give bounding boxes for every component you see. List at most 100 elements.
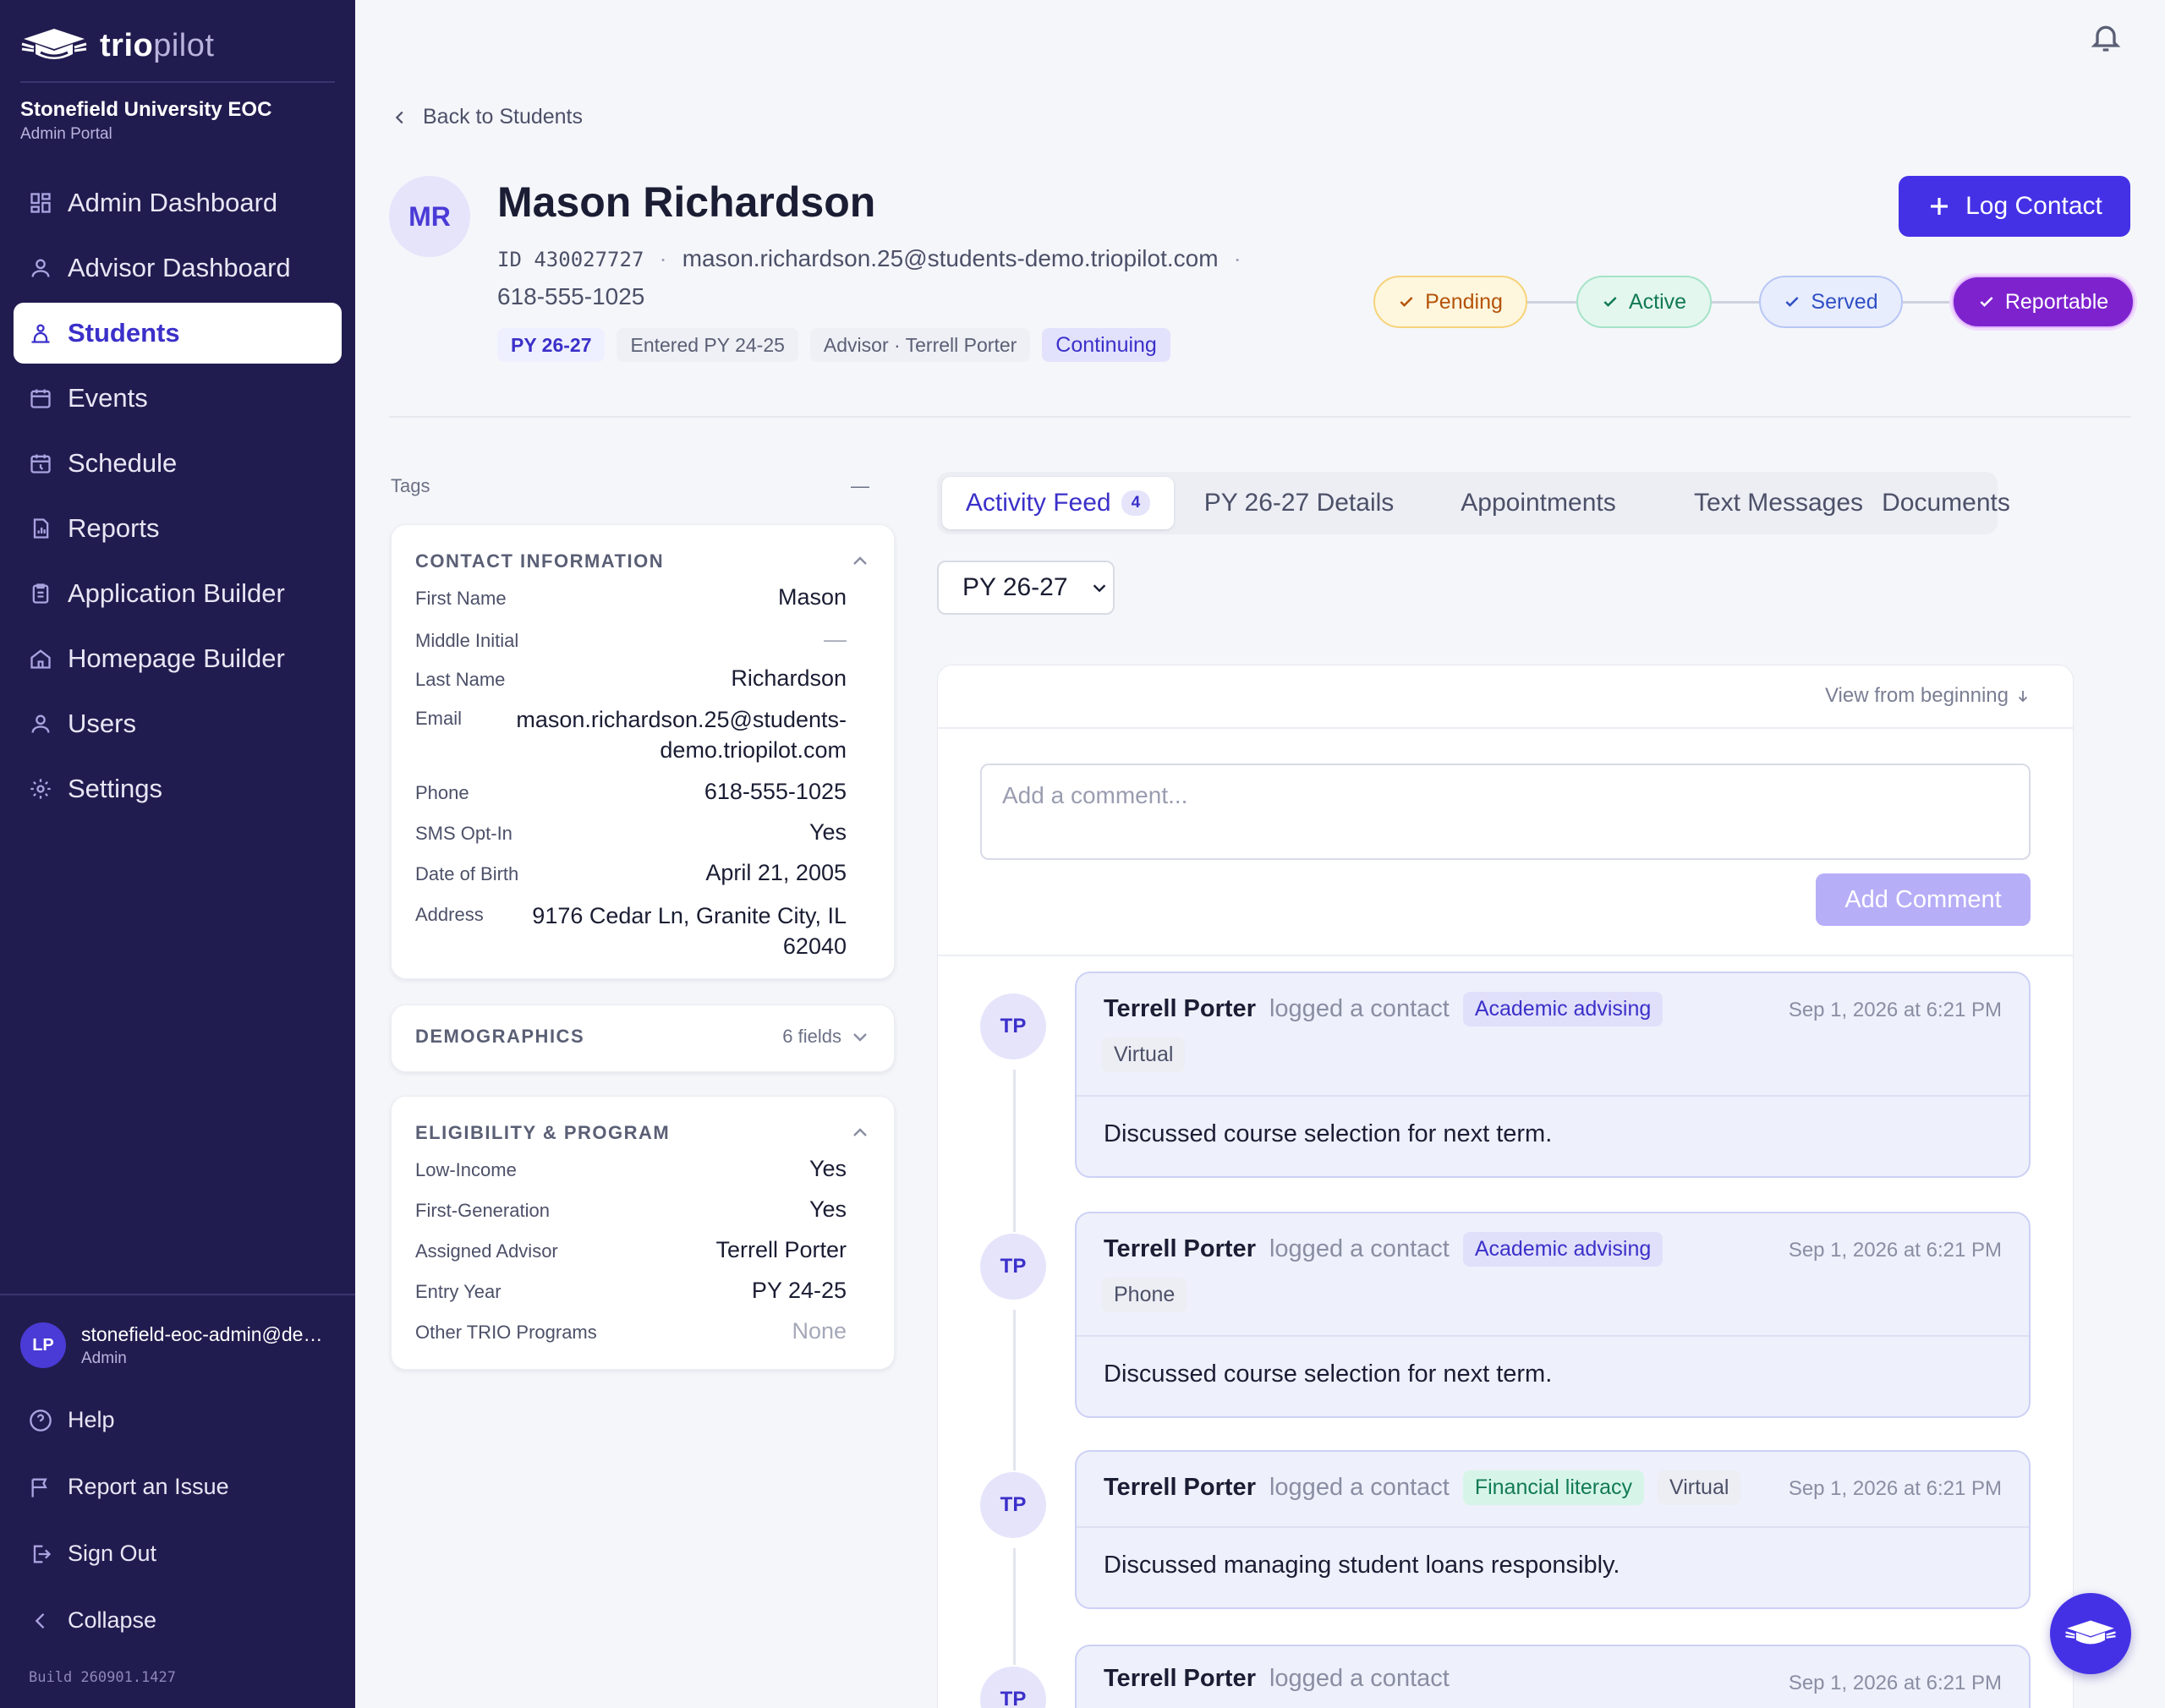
org-block: Stonefield University EOC Admin Portal	[20, 98, 271, 144]
notifications-button[interactable]	[2089, 20, 2123, 54]
check-icon	[1785, 297, 1799, 307]
student-name: Mason Richardson	[497, 178, 876, 226]
stage-active[interactable]: Active	[1576, 276, 1712, 328]
comment-input[interactable]	[980, 764, 2031, 860]
sidebar-item-advisor-dashboard[interactable]: Advisor Dashboard	[14, 238, 342, 298]
field-value: 9176 Cedar Ln, Granite City, IL 62040	[532, 903, 847, 959]
demographics-panel-header[interactable]: DEMOGRAPHICS 6 fields	[415, 1026, 870, 1048]
org-name: Stonefield University EOC	[20, 98, 272, 121]
activity-card[interactable]: Terrell Porter logged a contact Academic a…	[1075, 1212, 2031, 1418]
sidebar-item-users[interactable]: Users	[14, 693, 342, 754]
collapse-label: Collapse	[68, 1607, 157, 1633]
field-label: First-Generation	[415, 1200, 550, 1221]
activity-divider	[1077, 1526, 2029, 1528]
tab-appointments[interactable]: Appointments	[1424, 477, 1653, 529]
stage-pending[interactable]: Pending	[1373, 276, 1527, 328]
demographics-panel[interactable]: DEMOGRAPHICS 6 fields	[391, 1005, 895, 1072]
activity-card[interactable]: Terrell Porter logged a contact Sep 1, 202…	[1075, 1645, 2031, 1708]
timeline-connector	[1013, 1548, 1016, 1665]
tab-py-26-27-details[interactable]: PY 26-27 Details	[1182, 477, 1416, 529]
student-id: ID 430027727	[497, 248, 644, 271]
sidebar-item-label: Users	[68, 709, 136, 738]
tab-text-messages[interactable]: Text Messages	[1658, 477, 1899, 529]
sidebar-item-label: Admin Dashboard	[68, 188, 278, 217]
activity-author: Terrell Porter	[1104, 1235, 1256, 1262]
sidebar-item-admin-dashboard[interactable]: Admin Dashboard	[14, 172, 342, 233]
chevron-left-icon	[35, 1612, 45, 1629]
brand-divider	[20, 81, 335, 83]
report-issue-link[interactable]: Report an Issue	[29, 1474, 229, 1500]
field-value: 618-555-1025	[704, 779, 847, 804]
student-contact-meta: ID 430027727 · mason.richardson.25@student…	[497, 245, 1241, 309]
sign-out-label: Sign Out	[68, 1541, 157, 1566]
tags-row: Tags —	[391, 475, 869, 497]
field-label: Other TRIO Programs	[415, 1322, 597, 1343]
sidebar-item-schedule[interactable]: Schedule	[14, 433, 342, 494]
field-value: PY 24-25	[751, 1278, 847, 1303]
field-value: April 21, 2005	[705, 860, 847, 885]
sidebar-item-homepage-builder[interactable]: Homepage Builder	[14, 628, 342, 689]
mortarboard-logo-icon	[21, 29, 87, 59]
sidebar-item-reports[interactable]: Reports	[14, 498, 342, 559]
sidebar: triopilot Stonefield University EOC Admi…	[0, 0, 355, 1708]
back-to-students-link[interactable]: Back to Students	[391, 105, 583, 129]
field-row: SMS Opt-In Yes	[415, 819, 847, 846]
sidebar-item-label: Reports	[68, 513, 160, 543]
tab-activity-feed[interactable]: Activity Feed 4	[942, 477, 1174, 529]
eligibility-panel-header[interactable]: ELIGIBILITY & PROGRAM	[415, 1122, 870, 1144]
field-label: Phone	[415, 782, 469, 803]
field-count-label: 6 fields	[782, 1026, 841, 1047]
stage-reportable[interactable]: Reportable	[1952, 276, 2135, 328]
assistant-button[interactable]	[2050, 1593, 2131, 1674]
sign-out-link[interactable]: Sign Out	[29, 1541, 156, 1567]
tab-documents[interactable]: Documents	[1882, 477, 2010, 529]
help-link[interactable]: Help	[29, 1407, 115, 1433]
sidebar-item-events[interactable]: Events	[14, 368, 342, 429]
chevron-down-icon	[853, 1033, 867, 1042]
program-year-select[interactable]: PY 26-27	[937, 561, 1115, 615]
brand-logo[interactable]: triopilot	[20, 22, 214, 69]
tab-label: Appointments	[1461, 489, 1616, 517]
sidebar-item-settings[interactable]: Settings	[14, 758, 342, 819]
contact-panel-header[interactable]: CONTACT INFORMATION	[415, 550, 870, 572]
sidebar-item-students[interactable]: Students	[14, 303, 342, 364]
program-year-value: PY 26-27	[962, 573, 1068, 601]
mortarboard-icon	[2065, 1620, 2116, 1645]
student-phone[interactable]: 618-555-1025	[497, 283, 644, 309]
sidebar-item-application-builder[interactable]: Application Builder	[14, 563, 342, 624]
activity-timestamp: Sep 1, 2026 at 6:21 PM	[1788, 1477, 2002, 1500]
student-email[interactable]: mason.richardson.25@students-demo.triopi…	[682, 245, 1219, 271]
chevron-down-icon	[1093, 584, 1105, 593]
home-icon	[30, 649, 51, 669]
account-menu[interactable]: LP stonefield-eoc-admin@demo.triopilot.c…	[20, 1322, 335, 1368]
tab-label: Documents	[1882, 489, 2010, 517]
tags-value[interactable]: —	[851, 475, 869, 497]
log-contact-button[interactable]: Log Contact	[1899, 176, 2130, 237]
view-from-beginning-link[interactable]: View from beginning	[1825, 684, 2031, 708]
portal-label: Admin Portal	[20, 125, 112, 143]
activity-card[interactable]: Terrell Porter logged a contact Academic a…	[1075, 972, 2031, 1178]
sidebar-item-label: Homepage Builder	[68, 643, 285, 673]
field-value: Yes	[808, 819, 847, 845]
contact-information-panel: CONTACT INFORMATION First Name Mason Middl…	[391, 524, 895, 979]
sidebar-nav: Admin Dashboard Advisor Dashboard Students…	[14, 172, 342, 824]
chevron-left-icon	[395, 111, 403, 123]
check-icon	[1400, 297, 1413, 307]
activity-author: Terrell Porter	[1104, 995, 1256, 1022]
panel-title: CONTACT INFORMATION	[415, 550, 665, 572]
field-row: Assigned Advisor Terrell Porter	[415, 1237, 847, 1263]
field-row: Entry Year PY 24-25	[415, 1278, 847, 1304]
activity-header: Terrell Porter logged a contact Academic a…	[1104, 992, 1663, 1026]
account-role: Admin	[81, 1349, 127, 1367]
field-row: First-Generation Yes	[415, 1196, 847, 1223]
contact-type-tag: Financial literacy	[1462, 1470, 1644, 1505]
add-comment-button[interactable]: Add Comment	[1816, 873, 2031, 926]
student-chips: PY 26-27 Entered PY 24-25 Advisor · Terr…	[497, 328, 1170, 362]
advisor-chip: Advisor · Terrell Porter	[809, 328, 1031, 362]
contact-mode-tag: Virtual	[1658, 1470, 1741, 1505]
collapse-sidebar-button[interactable]: Collapse	[29, 1607, 156, 1634]
tab-count-badge: 4	[1121, 490, 1151, 516]
field-value: —	[824, 627, 847, 652]
activity-card[interactable]: Terrell Porter logged a contact Financial …	[1075, 1450, 2031, 1609]
stage-served[interactable]: Served	[1759, 276, 1903, 328]
